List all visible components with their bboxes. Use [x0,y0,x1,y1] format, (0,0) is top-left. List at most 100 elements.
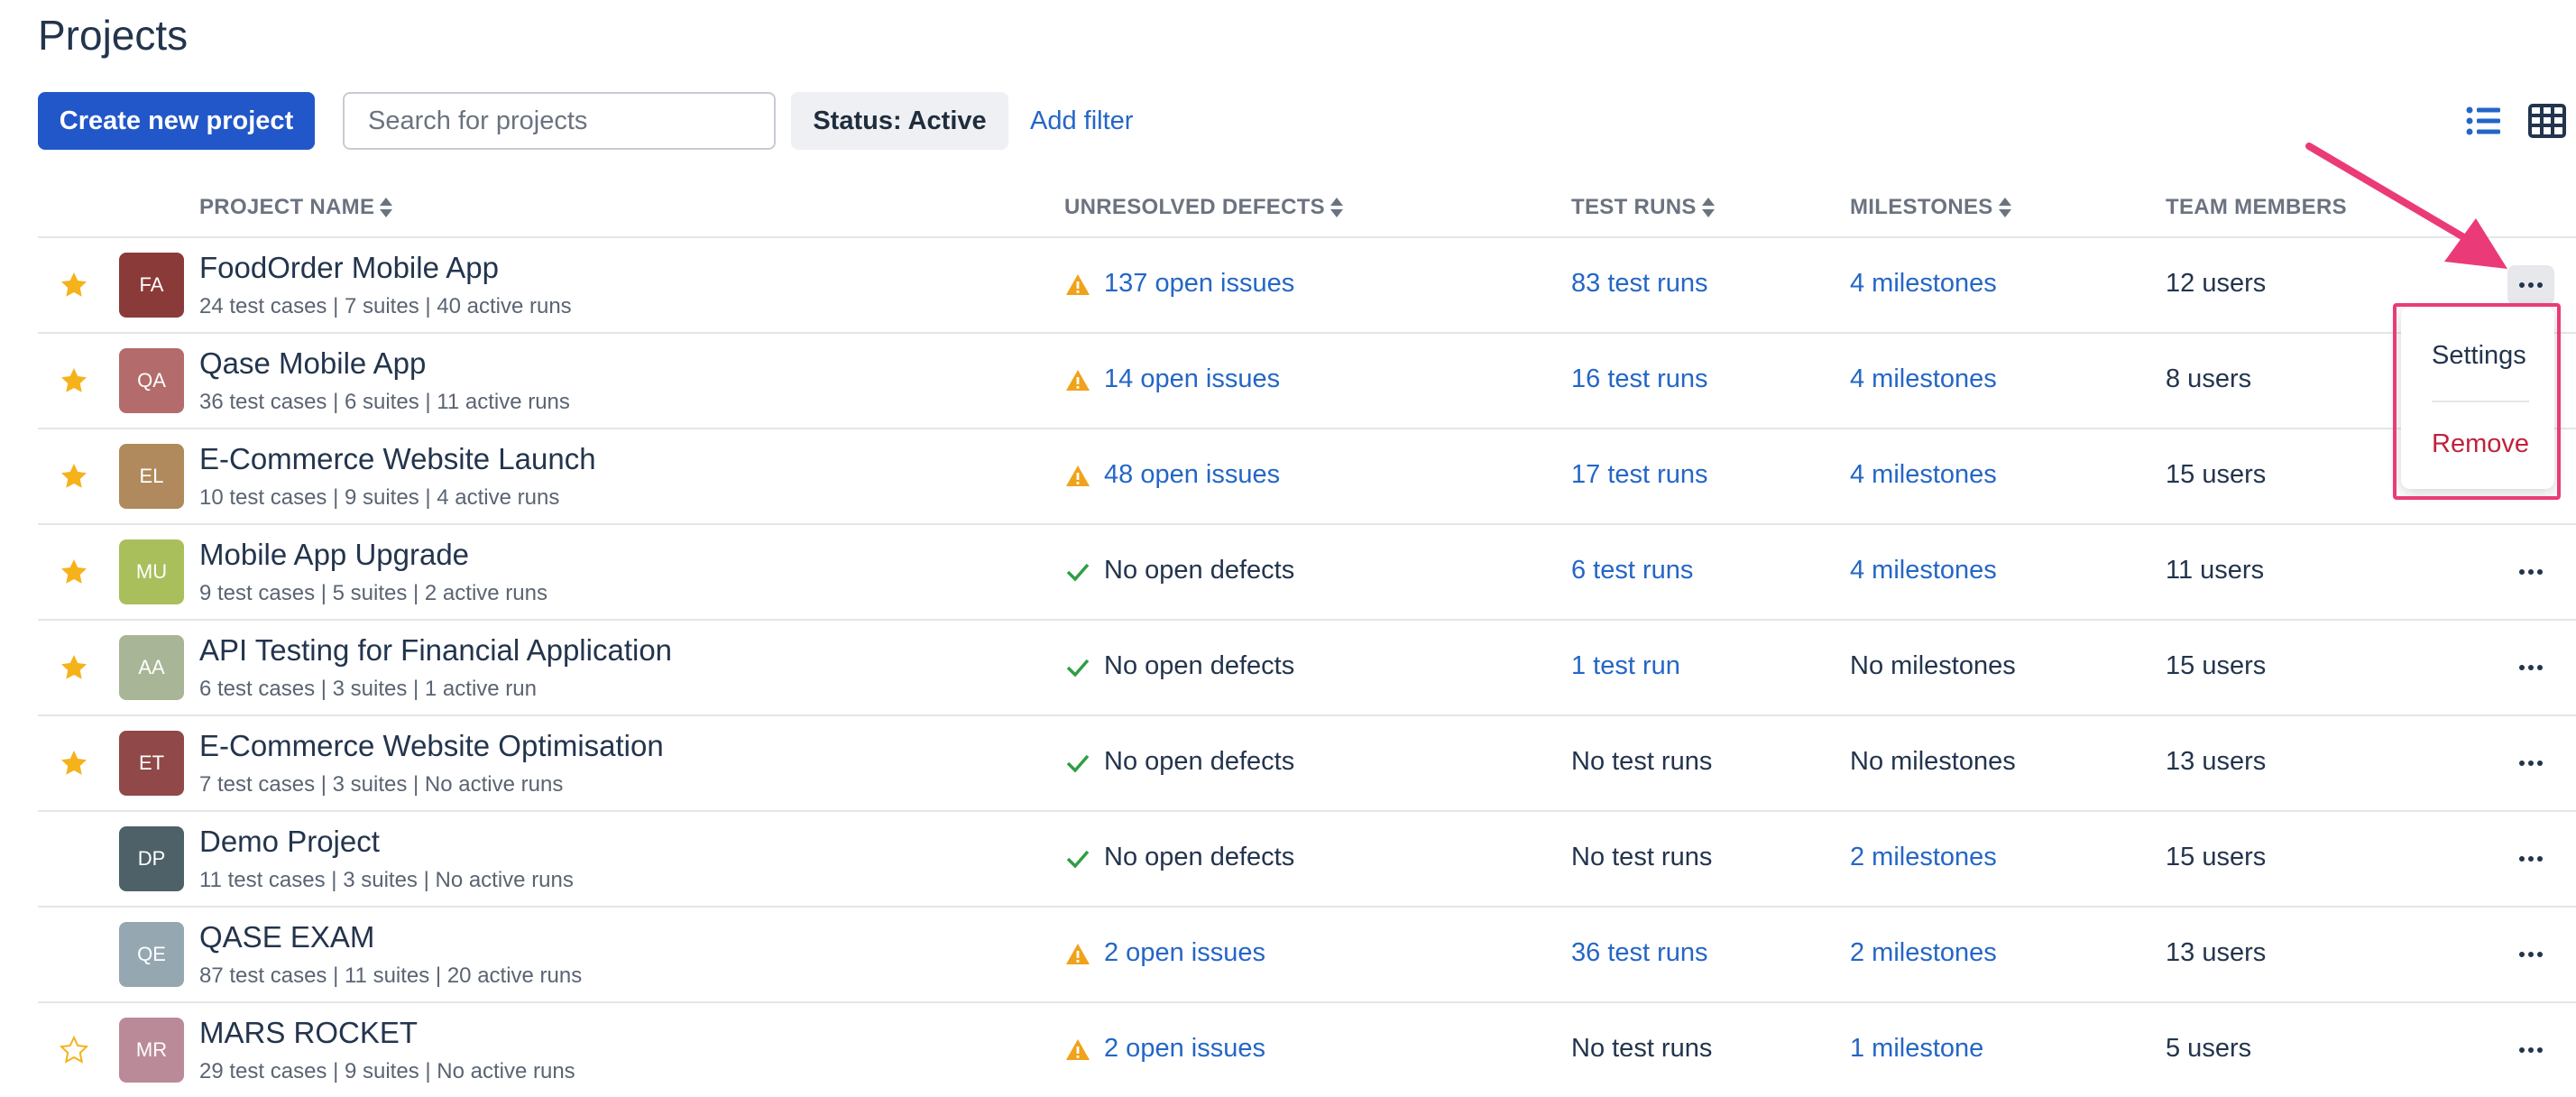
avatar: FA [119,253,184,318]
star-outline-icon[interactable] [60,1036,88,1065]
project-name-link[interactable]: E-Commerce Website Optimisation [199,729,664,763]
avatar: EL [119,444,184,509]
project-summary: 29 test cases | 9 suites | No active run… [199,1059,575,1083]
test-runs-link[interactable]: 16 test runs [1571,364,1708,394]
sort-icon [1998,198,2011,217]
project-name-link[interactable]: API Testing for Financial Application [199,633,672,668]
warning-icon [1066,466,1090,486]
milestones-link[interactable]: 4 milestones [1850,460,1997,490]
more-actions-icon[interactable] [2507,935,2554,974]
add-filter-link[interactable]: Add filter [1030,92,1133,150]
more-actions-icon[interactable] [2507,743,2554,783]
warning-icon [1066,944,1090,964]
project-name-link[interactable]: FoodOrder Mobile App [199,251,499,285]
project-name-link[interactable]: E-Commerce Website Launch [199,442,596,476]
milestones-link[interactable]: 4 milestones [1850,556,1997,585]
open-issues-link[interactable]: 14 open issues [1104,364,1280,394]
more-actions-icon[interactable] [2507,648,2554,687]
table-row[interactable]: ET E-Commerce Website Optimisation 7 test … [0,716,2576,810]
milestones-link[interactable]: 1 milestone [1850,1034,1983,1064]
header-project-name[interactable]: PROJECT NAME [199,195,393,220]
team-members-count: 15 users [2166,843,2267,871]
open-issues-link[interactable]: 48 open issues [1104,460,1280,490]
check-icon [1066,850,1090,869]
more-actions-icon[interactable] [2507,1030,2554,1070]
create-project-button[interactable]: Create new project [38,92,315,150]
header-unresolved-defects[interactable]: UNRESOLVED DEFECTS [1064,195,1343,220]
project-summary: 11 test cases | 3 suites | No active run… [199,868,574,892]
star-icon[interactable] [60,653,88,682]
star-icon[interactable] [60,462,88,491]
grid-view-icon[interactable] [2527,101,2567,141]
open-issues-link[interactable]: 137 open issues [1104,269,1294,299]
more-actions-icon[interactable] [2507,552,2554,592]
team-members-count: 15 users [2166,651,2267,680]
check-icon [1066,659,1090,678]
star-icon[interactable] [60,366,88,395]
page-title: Projects [38,12,189,59]
annotation-highlight-box [2393,303,2561,500]
row-divider [38,428,2576,429]
status-filter[interactable]: Status: Active [791,92,1008,150]
milestones-link[interactable]: 2 milestones [1850,843,1997,872]
table-row[interactable]: QA Qase Mobile App 36 test cases | 6 suite… [0,334,2576,428]
row-divider [38,332,2576,334]
more-actions-icon[interactable] [2507,839,2554,879]
sort-icon [1701,198,1715,217]
header-test-runs[interactable]: TEST RUNS [1571,195,1715,220]
project-name-link[interactable]: Mobile App Upgrade [199,538,469,572]
milestones-text: No milestones [1850,651,2016,680]
test-runs-text: No test runs [1571,747,1713,776]
sort-icon [1329,198,1343,217]
table-row[interactable]: FA FoodOrder Mobile App 24 test cases | 7 … [0,238,2576,332]
header-milestones[interactable]: MILESTONES [1850,195,2011,220]
test-runs-link[interactable]: 17 test runs [1571,460,1708,490]
project-name-link[interactable]: QASE EXAM [199,920,374,954]
test-runs-text: No test runs [1571,1034,1713,1063]
table-row[interactable]: AA API Testing for Financial Application 6… [0,621,2576,714]
test-runs-link[interactable]: 83 test runs [1571,269,1708,299]
search-input[interactable] [343,92,776,150]
avatar: DP [119,826,184,891]
project-summary: 36 test cases | 6 suites | 11 active run… [199,390,570,414]
milestones-link[interactable]: 4 milestones [1850,269,1997,299]
avatar: MR [119,1018,184,1083]
test-runs-link[interactable]: 6 test runs [1571,556,1693,585]
table-row[interactable]: DP Demo Project 11 test cases | 3 suites |… [0,812,2576,906]
project-name-link[interactable]: Demo Project [199,825,380,859]
row-divider [38,1001,2576,1003]
table-row[interactable]: QE QASE EXAM 87 test cases | 11 suites | 2… [0,908,2576,1001]
project-name-link[interactable]: Qase Mobile App [199,346,426,381]
open-issues-link[interactable]: 2 open issues [1104,1034,1265,1064]
project-summary: 10 test cases | 9 suites | 4 active runs [199,485,560,510]
test-runs-link[interactable]: 1 test run [1571,651,1680,681]
check-icon [1066,563,1090,582]
avatar: QA [119,348,184,413]
test-runs-link[interactable]: 36 test runs [1571,938,1708,968]
star-icon[interactable] [60,271,88,300]
team-members-count: 8 users [2166,364,2252,393]
avatar: QE [119,922,184,987]
row-divider [38,906,2576,908]
warning-icon [1066,370,1090,391]
table-row[interactable]: MU Mobile App Upgrade 9 test cases | 5 sui… [0,525,2576,619]
sort-icon [380,198,393,217]
avatar: ET [119,731,184,796]
team-members-count: 11 users [2166,556,2265,585]
test-runs-text: No test runs [1571,843,1713,871]
milestones-text: No milestones [1850,747,2016,776]
no-defects-text: No open defects [1104,651,1295,680]
header-milestones-label: MILESTONES [1850,195,1993,219]
header-test-runs-label: TEST RUNS [1571,195,1697,219]
warning-icon [1066,274,1090,295]
star-icon[interactable] [60,749,88,778]
row-divider [38,714,2576,716]
header-unresolved-defects-label: UNRESOLVED DEFECTS [1064,195,1325,219]
project-name-link[interactable]: MARS ROCKET [199,1016,418,1050]
table-row[interactable]: EL E-Commerce Website Launch 10 test cases… [0,429,2576,523]
milestones-link[interactable]: 2 milestones [1850,938,1997,968]
star-icon[interactable] [60,558,88,586]
table-row[interactable]: MR MARS ROCKET 29 test cases | 9 suites | … [0,1003,2576,1097]
milestones-link[interactable]: 4 milestones [1850,364,1997,394]
open-issues-link[interactable]: 2 open issues [1104,938,1265,968]
